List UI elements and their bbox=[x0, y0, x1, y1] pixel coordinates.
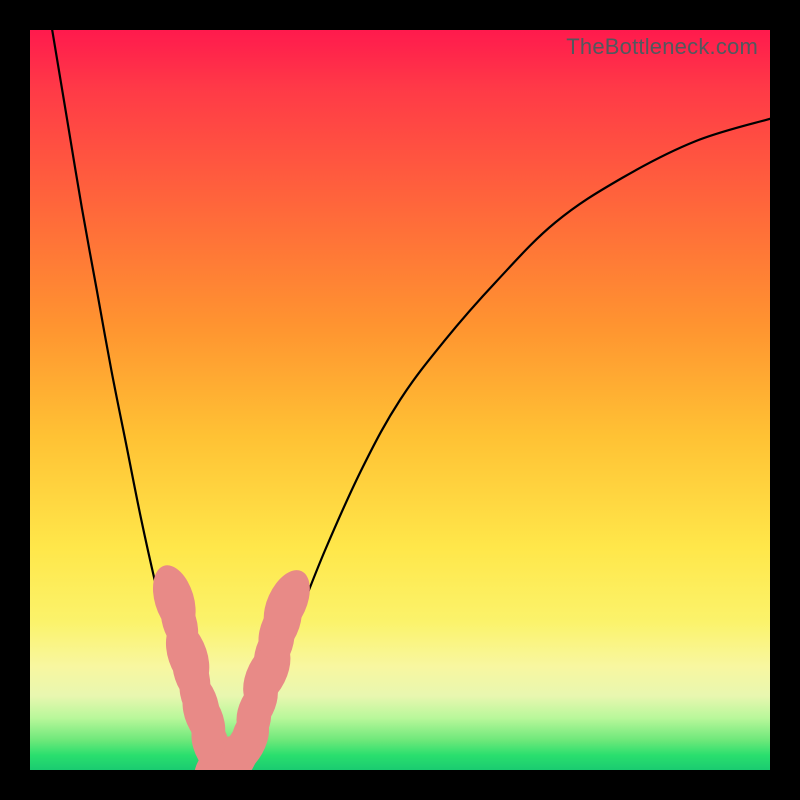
plot-area: TheBottleneck.com bbox=[30, 30, 770, 770]
curve-layer bbox=[30, 30, 770, 770]
curve-right-branch bbox=[219, 119, 770, 767]
chart-frame: TheBottleneck.com bbox=[0, 0, 800, 800]
marker-group bbox=[145, 560, 319, 770]
